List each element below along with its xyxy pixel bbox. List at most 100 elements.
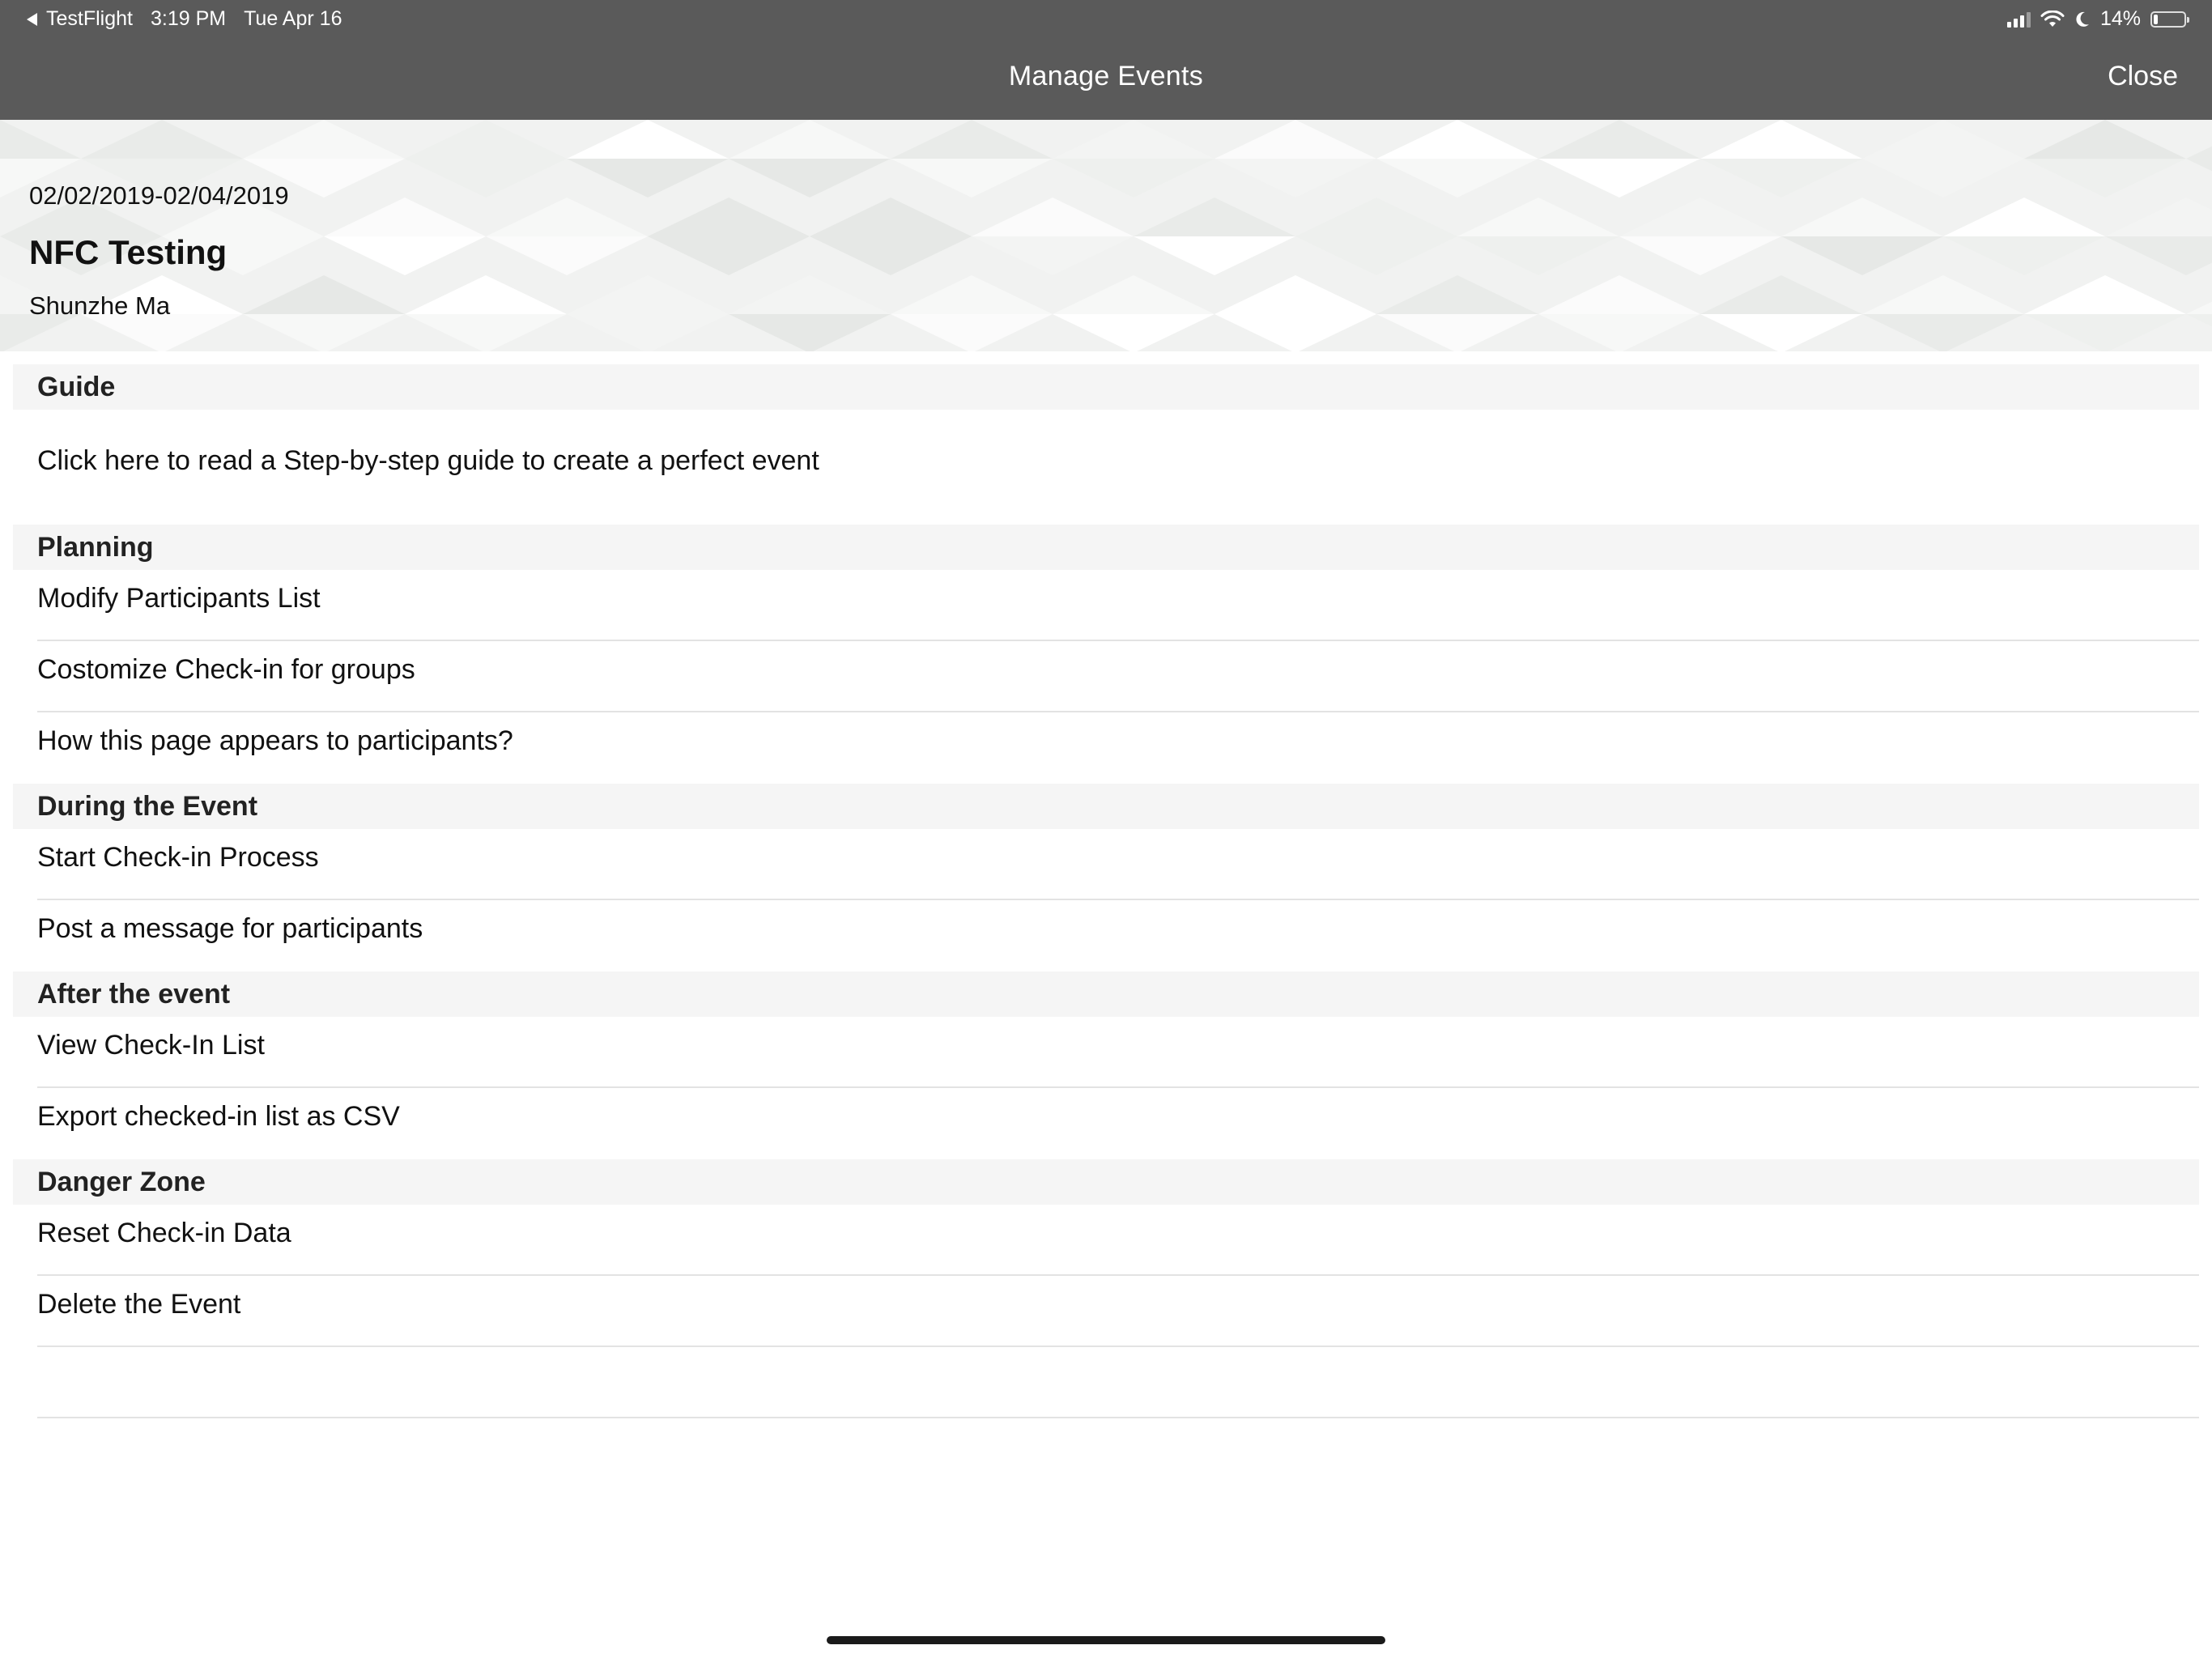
banner-pattern-tile <box>486 236 648 275</box>
menu-item-label[interactable]: Modify Participants List <box>37 583 321 614</box>
banner-pattern-tile <box>567 275 729 314</box>
banner-pattern-tile <box>729 275 891 314</box>
close-button[interactable]: Close <box>2108 61 2178 92</box>
banner-pattern-tile <box>243 314 405 351</box>
menu-item-export-csv[interactable]: Export checked-in list as CSV <box>37 1101 2199 1141</box>
menu-item-start-checkin[interactable]: Start Check-in Process <box>37 842 2199 882</box>
banner-pattern-tile <box>0 120 81 159</box>
menu-item-delete-event[interactable]: Delete the Event <box>37 1289 2199 1329</box>
banner-pattern-tile <box>1295 236 1457 275</box>
divider <box>37 711 2199 712</box>
banner-pattern-tile <box>1781 236 1943 275</box>
status-bar-left: TestFlight 3:19 PM Tue Apr 16 <box>27 7 342 31</box>
menu-item-label[interactable]: Reset Check-in Data <box>37 1218 291 1249</box>
banner-pattern-tile <box>1862 275 2024 314</box>
banner-pattern-tile <box>2105 198 2212 236</box>
banner-pattern-tile <box>729 120 891 159</box>
divider <box>37 1274 2199 1276</box>
divider <box>37 640 2199 641</box>
menu-item-label[interactable]: Costomize Check-in for groups <box>37 654 415 686</box>
menu-item-empty[interactable] <box>37 1360 2199 1417</box>
banner-pattern-tile <box>1053 159 1214 198</box>
banner-pattern-tile <box>2024 275 2186 314</box>
banner-pattern-tile <box>972 236 1134 275</box>
event-organizer: Shunzhe Ma <box>29 291 171 320</box>
banner-pattern-tile <box>567 314 729 351</box>
banner-pattern-tile <box>891 159 1053 198</box>
banner-pattern-tile <box>405 275 567 314</box>
banner-pattern-tile <box>1538 275 1700 314</box>
divider <box>37 1346 2199 1347</box>
banner-pattern-tile <box>1053 275 1214 314</box>
banner-pattern-tile <box>567 159 729 198</box>
banner-pattern-tile <box>1862 159 2024 198</box>
menu-item-post-message[interactable]: Post a message for participants <box>37 913 2199 954</box>
status-bar: TestFlight 3:19 PM Tue Apr 16 14% <box>0 0 2212 39</box>
banner-pattern-tile <box>1700 120 1862 159</box>
banner-pattern-tile <box>810 236 972 275</box>
cellular-signal-icon <box>2006 11 2031 28</box>
banner-pattern-tile <box>1376 120 1538 159</box>
menu-item-label[interactable]: Delete the Event <box>37 1289 240 1320</box>
banner-pattern-tile <box>405 159 567 198</box>
banner-pattern-tile <box>1862 120 2024 159</box>
status-date: Tue Apr 16 <box>244 7 342 30</box>
back-to-app-link[interactable]: TestFlight <box>46 7 133 31</box>
menu-item-label[interactable]: View Check-In List <box>37 1030 265 1061</box>
banner-pattern-tile <box>1457 198 1619 236</box>
banner-pattern-tile <box>1214 314 1376 351</box>
banner-pattern-tile <box>648 198 810 236</box>
home-indicator[interactable] <box>827 1636 1385 1644</box>
banner-pattern-tile <box>729 314 891 351</box>
banner-pattern-tile <box>972 198 1134 236</box>
banner-pattern-tile <box>243 275 405 314</box>
section-header-after-event: After the event <box>13 971 2199 1017</box>
menu-item-customize-checkin[interactable]: Costomize Check-in for groups <box>37 654 2199 695</box>
menu-item-reset-checkin[interactable]: Reset Check-in Data <box>37 1218 2199 1258</box>
banner-pattern-tile <box>1295 198 1457 236</box>
banner-pattern-tile <box>1376 314 1538 351</box>
banner-pattern-tile <box>567 120 729 159</box>
menu-item-modify-participants[interactable]: Modify Participants List <box>37 583 2199 623</box>
banner-pattern-tile <box>2024 120 2186 159</box>
banner-pattern-tile <box>486 198 648 236</box>
menu-item-label[interactable]: How this page appears to participants? <box>37 725 513 757</box>
divider <box>37 899 2199 900</box>
banner-pattern-tile <box>1538 314 1700 351</box>
banner-pattern-tile <box>1700 275 1862 314</box>
manage-events-screen: TestFlight 3:19 PM Tue Apr 16 14% Manage… <box>0 0 2212 1658</box>
menu-item-label[interactable]: Start Check-in Process <box>37 842 319 874</box>
banner-pattern-tile <box>1376 275 1538 314</box>
banner-pattern-tile <box>1619 198 1781 236</box>
banner-pattern-tile <box>810 198 972 236</box>
menu-item-label[interactable]: Export checked-in list as CSV <box>37 1101 400 1133</box>
event-header-banner: 02/02/2019-02/04/2019 NFC Testing Shunzh… <box>0 120 2212 351</box>
banner-pattern-tile <box>891 314 1053 351</box>
menu-item-label[interactable]: Post a message for participants <box>37 913 423 945</box>
divider <box>37 1086 2199 1088</box>
banner-pattern-tile <box>405 120 567 159</box>
banner-pattern-tile <box>1538 120 1700 159</box>
banner-pattern-tile <box>1700 314 1862 351</box>
menu-item-view-checkin-list[interactable]: View Check-In List <box>37 1030 2199 1070</box>
section-header-during-event: During the Event <box>13 784 2199 829</box>
banner-pattern-tile <box>1376 159 1538 198</box>
back-triangle-icon[interactable] <box>27 12 37 26</box>
banner-pattern-tile <box>1943 198 2105 236</box>
banner-pattern-tile <box>891 120 1053 159</box>
banner-pattern-tile <box>2186 314 2212 327</box>
banner-pattern-tile <box>405 314 567 351</box>
banner-pattern-tile <box>1053 314 1214 351</box>
menu-item-participant-preview[interactable]: How this page appears to participants? <box>37 725 2199 766</box>
banner-pattern-tile <box>1619 236 1781 275</box>
banner-pattern-tile <box>2186 159 2212 172</box>
page-title: Manage Events <box>1008 61 1204 91</box>
banner-pattern-tile <box>243 120 405 159</box>
banner-pattern-tile <box>891 275 1053 314</box>
battery-percent: 14% <box>2099 7 2141 30</box>
banner-pattern-tile <box>1214 275 1376 314</box>
banner-pattern-tile <box>1134 236 1295 275</box>
navigation-bar: TestFlight 3:19 PM Tue Apr 16 14% Manage… <box>0 0 2212 120</box>
guide-link-label[interactable]: Click here to read a Step-by-step guide … <box>37 445 819 477</box>
guide-link-row[interactable]: Click here to read a Step-by-step guide … <box>37 445 2199 486</box>
